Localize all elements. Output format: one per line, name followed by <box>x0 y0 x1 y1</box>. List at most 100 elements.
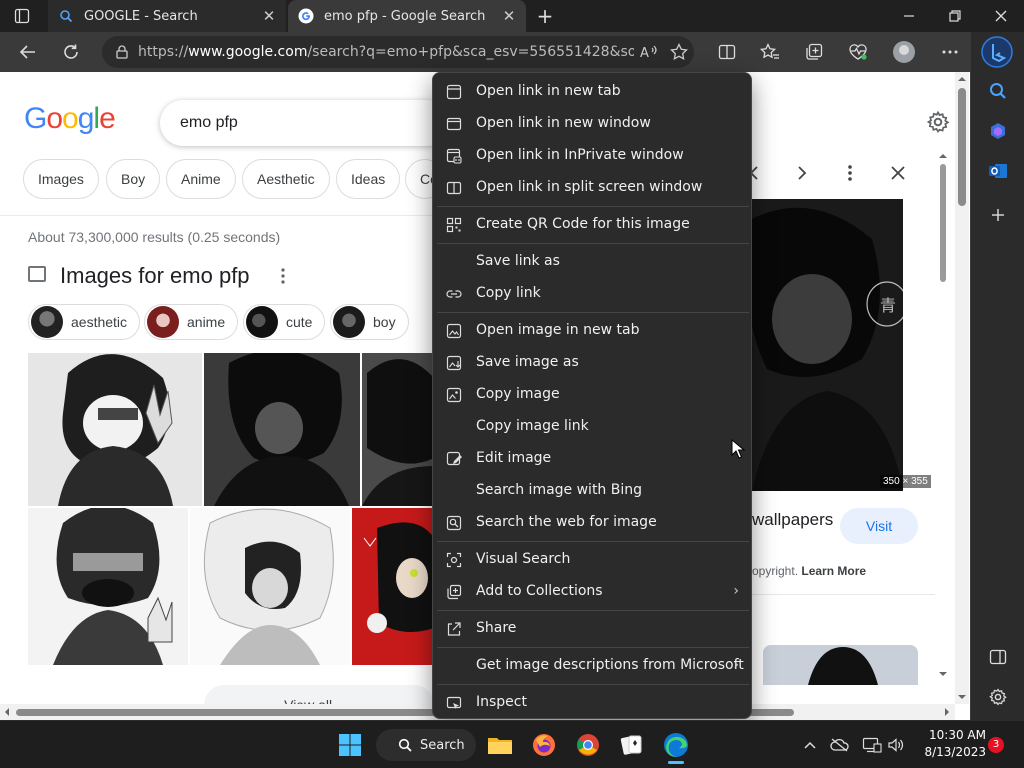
menu-item-copy-image-link[interactable]: Copy image link <box>433 411 751 443</box>
windows-start-icon[interactable] <box>336 731 364 759</box>
chrome-icon[interactable] <box>574 731 602 759</box>
menu-item-copy-image[interactable]: Copy image <box>433 379 751 411</box>
taskbar-search[interactable]: Search <box>376 729 476 761</box>
vertical-scroll-thumb[interactable] <box>958 88 966 206</box>
close-icon[interactable] <box>887 162 909 184</box>
chevron-right-icon[interactable] <box>791 162 813 184</box>
menu-item-share[interactable]: Share <box>433 613 751 645</box>
refine-chip-aesthetic[interactable]: aesthetic <box>28 304 141 340</box>
menu-item-save-image-as[interactable]: Save image as <box>433 347 751 379</box>
onedrive-icon[interactable] <box>830 735 850 755</box>
close-tab-icon[interactable]: ✕ <box>258 5 280 27</box>
collections-icon[interactable] <box>801 40 827 64</box>
chip-anime[interactable]: Anime <box>166 159 236 199</box>
more-options-icon[interactable] <box>839 162 861 184</box>
settings-more-icon[interactable] <box>937 40 963 64</box>
google-logo[interactable]: Google <box>24 102 116 136</box>
menu-item-visual-search[interactable]: Visual Search <box>433 544 751 576</box>
menu-item-create-qr-code[interactable]: Create QR Code for this image <box>433 209 751 241</box>
close-window-button[interactable] <box>978 0 1024 32</box>
image-result[interactable] <box>352 508 434 665</box>
panel-scroll-thumb[interactable] <box>940 164 946 282</box>
more-options-icon[interactable] <box>280 268 286 284</box>
search-input[interactable]: emo pfp <box>160 100 450 146</box>
add-sidebar-app-icon[interactable] <box>985 202 1011 228</box>
image-result[interactable] <box>204 353 360 506</box>
chip-label: aesthetic <box>71 314 128 330</box>
menu-item-open-link-split-screen[interactable]: Open link in split screen window <box>433 172 751 204</box>
sidebar-settings-icon[interactable] <box>985 684 1011 710</box>
menu-item-open-link-inprivate[interactable]: Open link in InPrivate window <box>433 140 751 172</box>
copilot-icon[interactable] <box>985 118 1011 144</box>
menu-item-open-image-new-tab[interactable]: Open image in new tab <box>433 315 751 347</box>
chevron-up-icon[interactable] <box>800 735 820 755</box>
menu-item-copy-link[interactable]: Copy link <box>433 278 751 310</box>
google-favicon-icon <box>298 8 314 24</box>
refine-chip-boy[interactable]: boy <box>330 304 409 340</box>
menu-item-search-web-for-image[interactable]: Search the web for image <box>433 507 751 539</box>
clock-time: 10:30 AM <box>929 728 986 742</box>
menu-item-get-image-descriptions[interactable]: Get image descriptions from Microsoft › <box>433 650 751 682</box>
panel-scrollbar[interactable] <box>938 150 948 680</box>
visit-button[interactable]: Visit <box>840 508 918 544</box>
menu-item-edit-image[interactable]: Edit image <box>433 443 751 475</box>
chip-boy[interactable]: Boy <box>106 159 161 199</box>
back-button[interactable] <box>13 38 43 66</box>
image-result[interactable] <box>28 353 202 506</box>
image-result[interactable] <box>190 508 350 665</box>
chip-images[interactable]: Images <box>23 159 99 199</box>
preview-title[interactable]: wallpapers <box>752 510 833 530</box>
tab-title: emo pfp - Google Search <box>324 8 486 24</box>
menu-item-inspect[interactable]: Inspect <box>433 687 751 718</box>
image-result[interactable] <box>28 508 188 665</box>
tab-actions-icon[interactable] <box>10 6 34 26</box>
menu-label: Open link in split screen window <box>476 179 703 195</box>
split-screen-icon[interactable] <box>714 40 740 64</box>
read-aloud-icon[interactable]: A <box>634 44 664 60</box>
chip-aesthetic[interactable]: Aesthetic <box>242 159 330 199</box>
hide-sidebar-icon[interactable] <box>985 644 1011 670</box>
volume-icon[interactable] <box>886 735 906 755</box>
menu-item-search-image-bing[interactable]: Search image with Bing <box>433 475 751 507</box>
refresh-button[interactable] <box>56 38 86 66</box>
related-image[interactable] <box>763 645 918 685</box>
new-tab-button[interactable]: + <box>534 5 556 27</box>
address-bar[interactable]: https://www.google.com/search?q=emo+pfp&… <box>102 36 694 68</box>
restore-button[interactable] <box>932 0 978 32</box>
preview-image[interactable]: 青 <box>752 199 903 491</box>
lock-icon[interactable] <box>116 45 128 59</box>
images-heading[interactable]: Images for emo pfp <box>60 263 250 289</box>
outlook-icon[interactable] <box>985 158 1011 184</box>
refine-chip-anime[interactable]: anime <box>144 304 239 340</box>
menu-item-open-link-new-window[interactable]: Open link in new window <box>433 108 751 140</box>
menu-item-add-to-collections[interactable]: Add to Collections › <box>433 576 751 608</box>
tab-emo-pfp[interactable]: emo pfp - Google Search ✕ <box>288 0 526 32</box>
browser-essentials-icon[interactable] <box>845 40 871 64</box>
menu-label: Get image descriptions from Microsoft <box>476 657 744 673</box>
search-sidebar-icon[interactable] <box>985 78 1011 104</box>
minimize-button[interactable] <box>886 0 932 32</box>
menu-item-save-link-as[interactable]: Save link as <box>433 246 751 278</box>
file-explorer-icon[interactable] <box>486 731 514 759</box>
learn-more-link[interactable]: Learn More <box>801 564 866 578</box>
bing-chat-icon[interactable] <box>981 36 1013 68</box>
edge-icon[interactable] <box>662 731 690 759</box>
solitaire-icon[interactable] <box>618 731 646 759</box>
favorites-icon[interactable] <box>757 40 783 64</box>
menu-item-open-link-new-tab[interactable]: Open link in new tab <box>433 76 751 108</box>
url-prefix: https:// <box>138 44 189 60</box>
taskbar-clock[interactable]: 10:30 AM 8/13/2023 <box>912 727 986 761</box>
notification-badge[interactable]: 3 <box>988 737 1004 753</box>
image-result[interactable] <box>362 353 434 506</box>
network-icon[interactable] <box>862 735 882 755</box>
menu-separator <box>437 684 749 685</box>
vertical-scrollbar[interactable] <box>955 72 969 704</box>
favorite-star-icon[interactable] <box>664 43 694 61</box>
firefox-icon[interactable] <box>530 731 558 759</box>
close-tab-icon[interactable]: ✕ <box>498 5 520 27</box>
chip-ideas[interactable]: Ideas <box>336 159 401 199</box>
refine-chip-cute[interactable]: cute <box>243 304 326 340</box>
profile-avatar[interactable] <box>891 40 917 64</box>
gear-icon[interactable] <box>926 110 950 138</box>
tab-google-search[interactable]: GOOGLE - Search ✕ <box>48 0 286 32</box>
